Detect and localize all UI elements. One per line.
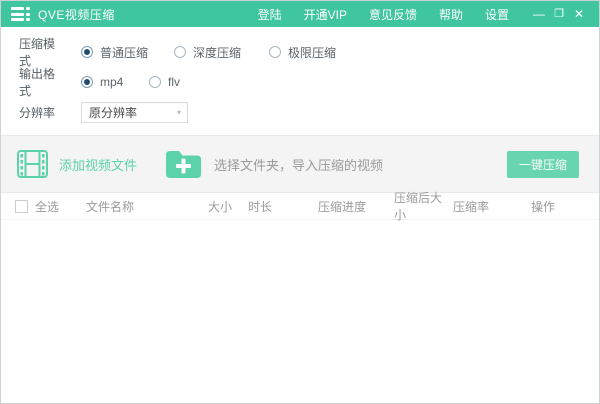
file-table-body <box>1 220 599 397</box>
file-table-header: 全选 文件名称 大小 时长 压缩进度 压缩后大小 压缩率 操作 <box>1 191 599 222</box>
add-folder-icon[interactable] <box>164 148 203 180</box>
import-bar: 添加视频文件 选择文件夹，导入压缩的视频 一键压缩 <box>1 135 599 193</box>
nav-settings[interactable]: 设置 <box>485 6 509 23</box>
maximize-icon[interactable]: ❐ <box>549 1 569 27</box>
app-window: QVE视频压缩 登陆 开通VIP 意见反馈 帮助 设置 — ❐ ✕ 压缩模式 普… <box>0 0 600 404</box>
nav-feedback[interactable]: 意见反馈 <box>369 6 417 23</box>
radio-extreme-compression[interactable]: 极限压缩 <box>269 44 336 61</box>
add-video-files-button[interactable]: 添加视频文件 <box>59 155 137 174</box>
minimize-icon[interactable]: — <box>529 1 549 27</box>
nav-vip[interactable]: 开通VIP <box>304 6 347 23</box>
resolution-select[interactable]: 原分辨率 ▾ <box>81 101 188 123</box>
radio-selected-icon <box>81 76 93 88</box>
compression-mode-label: 压缩模式 <box>19 37 56 68</box>
settings-panel: 压缩模式 普通压缩 深度压缩 极限压缩 输出格式 mp4 flv 分辨率 原分辨… <box>1 27 599 135</box>
titlebar: QVE视频压缩 登陆 开通VIP 意见反馈 帮助 设置 — ❐ ✕ <box>1 1 599 27</box>
column-duration: 时长 <box>248 199 273 214</box>
select-all-label: 全选 <box>35 199 60 214</box>
select-all-cell: 全选 <box>15 198 86 215</box>
radio-unselected-icon <box>149 76 161 88</box>
select-all-checkbox[interactable] <box>15 199 28 213</box>
chevron-down-icon: ▾ <box>176 107 181 117</box>
radio-unselected-icon <box>174 46 187 58</box>
resolution-value: 原分辨率 <box>89 105 138 120</box>
app-title: QVE视频压缩 <box>38 7 115 22</box>
resolution-row: 分辨率 原分辨率 ▾ <box>19 97 599 127</box>
column-size: 大小 <box>208 199 233 214</box>
close-icon[interactable]: ✕ <box>569 1 589 27</box>
column-file-name: 文件名称 <box>86 199 135 214</box>
output-format-row: 输出格式 mp4 flv <box>19 67 599 98</box>
radio-deep-compression[interactable]: 深度压缩 <box>174 44 241 61</box>
window-controls: — ❐ ✕ <box>529 1 589 27</box>
radio-selected-icon <box>81 46 93 58</box>
app-logo-icon <box>11 7 30 21</box>
resolution-label: 分辨率 <box>19 105 56 120</box>
column-progress: 压缩进度 <box>318 199 367 214</box>
folder-hint-text: 选择文件夹，导入压缩的视频 <box>214 157 384 173</box>
radio-flv[interactable]: flv <box>149 75 180 89</box>
nav-login[interactable]: 登陆 <box>258 6 282 23</box>
column-action: 操作 <box>531 199 556 214</box>
radio-unselected-icon <box>269 46 282 58</box>
compression-mode-row: 压缩模式 普通压缩 深度压缩 极限压缩 <box>19 37 599 68</box>
filmstrip-icon[interactable] <box>17 150 48 178</box>
titlebar-nav: 登陆 开通VIP 意见反馈 帮助 设置 — ❐ ✕ <box>236 1 589 27</box>
nav-help[interactable]: 帮助 <box>439 6 463 23</box>
one-click-compress-button[interactable]: 一键压缩 <box>507 150 579 178</box>
column-after-size: 压缩后大小 <box>394 191 443 222</box>
radio-mp4[interactable]: mp4 <box>81 75 136 89</box>
column-ratio: 压缩率 <box>453 199 490 214</box>
output-format-label: 输出格式 <box>19 67 56 98</box>
radio-normal-compression[interactable]: 普通压缩 <box>81 44 148 61</box>
